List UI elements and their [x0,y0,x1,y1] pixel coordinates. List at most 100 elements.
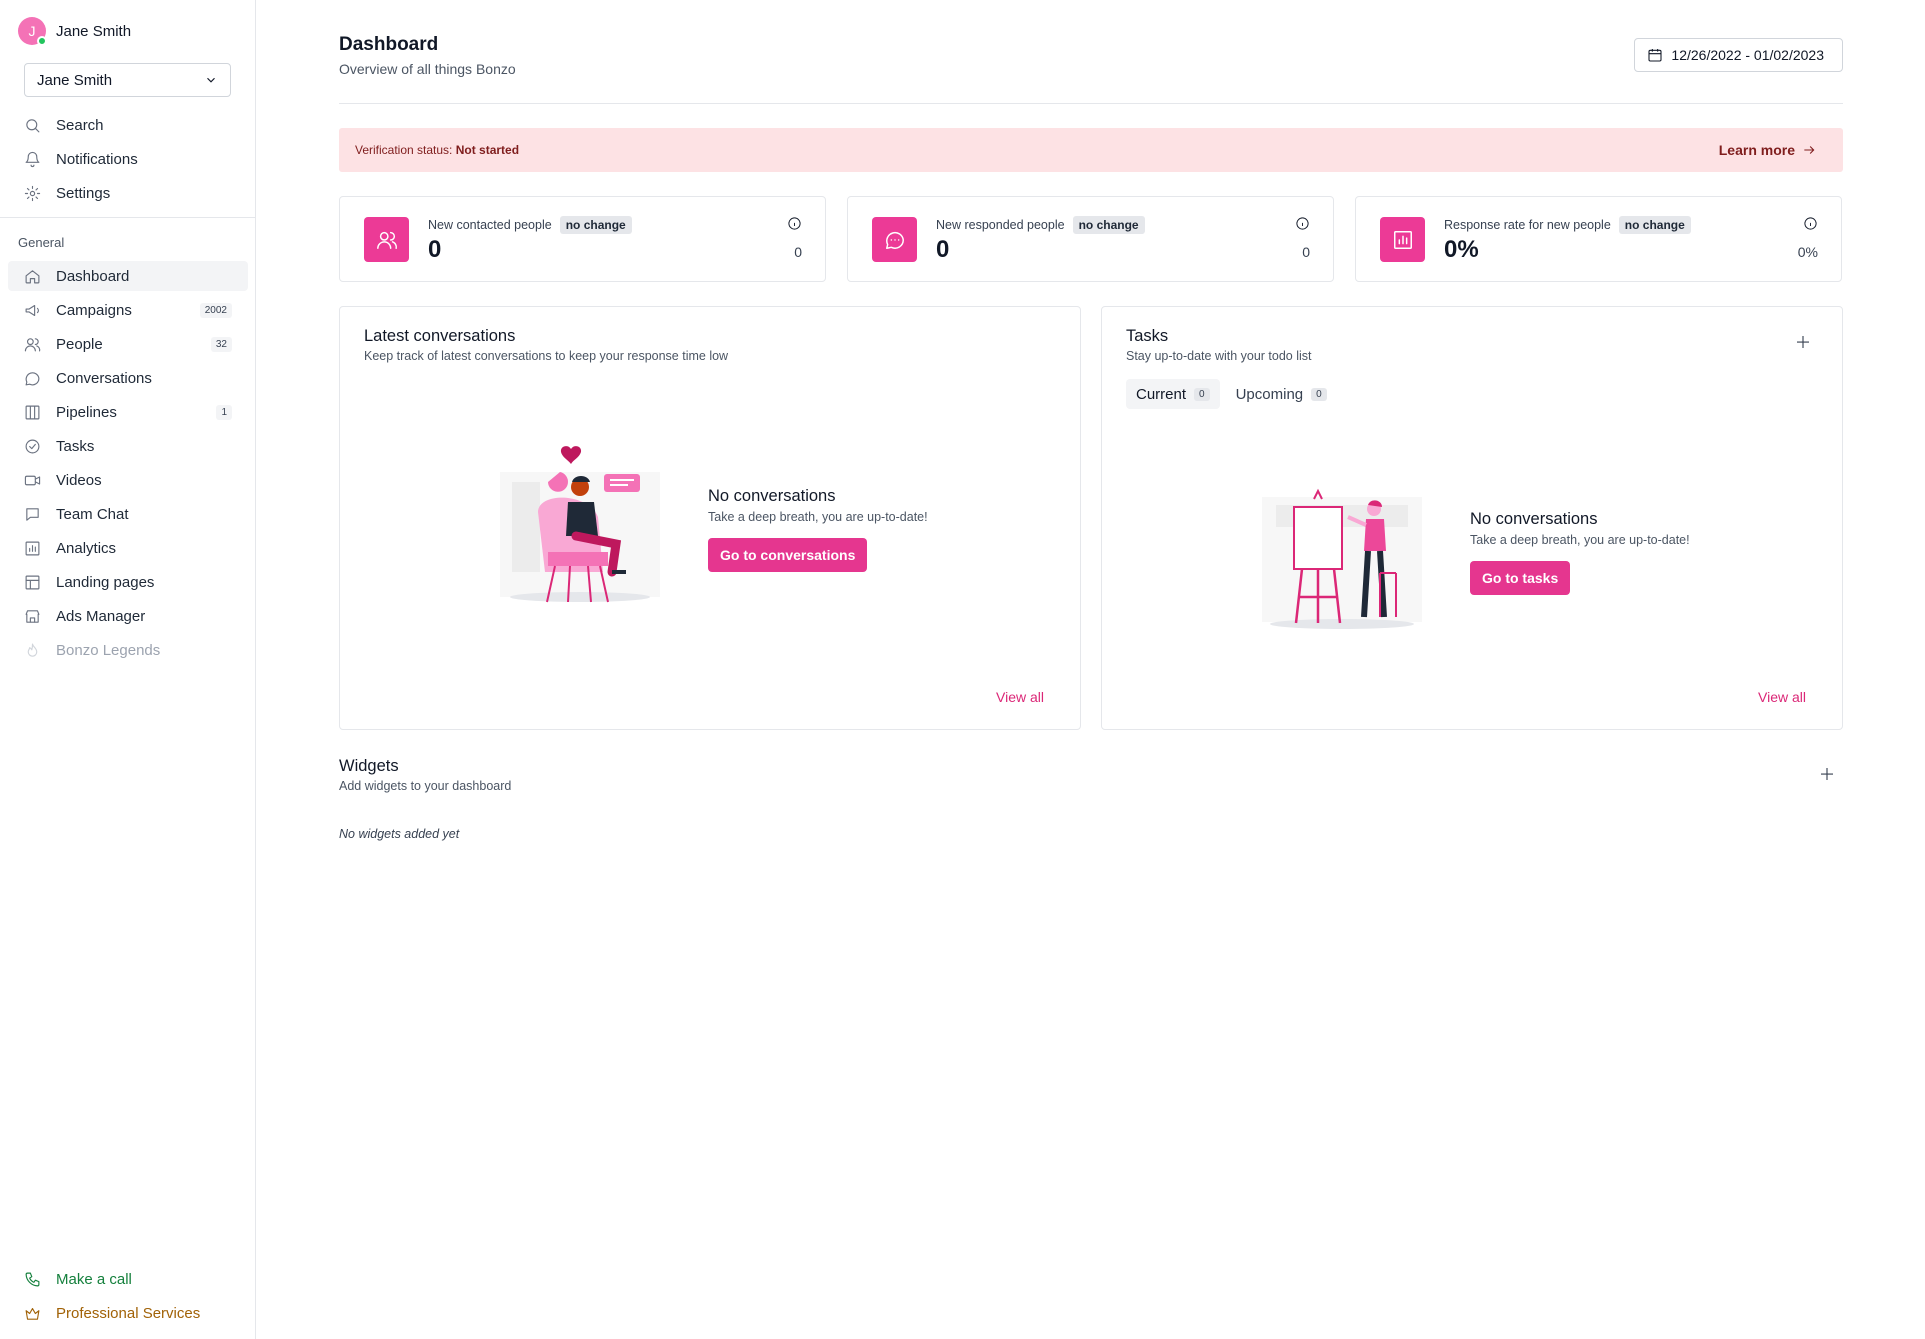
view-all-tasks-link[interactable]: View all [1758,689,1806,705]
count-badge: 2002 [199,302,232,318]
user-name: Jane Smith [56,22,132,40]
nav-item-label: Analytics [56,539,117,557]
empty-state-text: Take a deep breath, you are up-to-date! [1470,533,1690,547]
home-icon [23,267,41,285]
verification-value: Not started [455,143,520,157]
store-icon [23,607,41,625]
empty-state: No conversations Take a deep breath, you… [1470,510,1690,595]
verification-banner: Verification status: Not started Learn m… [339,128,1843,172]
nav-item-label: Settings [56,184,111,202]
tab-label: Current [1136,385,1187,403]
add-task-button[interactable] [1794,333,1812,351]
empty-state-title: No conversations [1470,510,1598,528]
crown-icon [23,1304,41,1322]
sidebar-item-tasks[interactable]: Tasks [8,431,248,461]
tab-label: Upcoming [1235,385,1304,403]
nav-item-label: Campaigns [56,301,132,319]
chat-icon [23,369,41,387]
bell-icon [23,150,41,168]
calendar-icon [1648,49,1662,62]
change-badge: no change [559,216,632,234]
sidebar-item-pipelines[interactable]: Pipelines 1 [8,397,248,427]
widgets-empty-text: No widgets added yet [339,827,460,841]
panel-subtitle: Stay up-to-date with your todo list [1126,349,1312,363]
sidebar-item-bonzo-legends[interactable]: Bonzo Legends [8,635,248,665]
nav-item-settings[interactable]: Settings [8,178,248,208]
nav-item-search[interactable]: Search [8,110,248,140]
nav-item-label: Conversations [56,369,152,387]
count-badge: 32 [210,336,232,352]
stat-value: 0 [936,236,950,263]
tab-upcoming[interactable]: Upcoming 0 [1226,379,1337,409]
stat-label: New contacted people no change [428,216,632,234]
bottom-nav: Make a call Professional Services [8,1264,248,1332]
section-label: General [18,235,65,250]
nav-item-label: Notifications [56,150,138,168]
stat-card-response-rate: Response rate for new people no change 0… [1355,196,1842,282]
verification-label: Verification status: [355,143,456,157]
sidebar-item-landing-pages[interactable]: Landing pages [8,567,248,597]
megaphone-icon [23,301,41,319]
nav-item-label: Bonzo Legends [56,641,161,659]
stat-value: 0% [1444,236,1479,263]
nav-item-label: Team Chat [56,505,129,523]
layout-icon [23,573,41,591]
nav-item-label: Make a call [56,1270,132,1288]
stat-previous: 0 [794,244,802,260]
add-widget-button[interactable] [1818,765,1836,783]
tab-count: 0 [1311,387,1327,401]
go-to-tasks-button[interactable]: Go to tasks [1470,561,1571,595]
check-circle-icon [23,437,41,455]
empty-state-title: No conversations [708,487,836,505]
sidebar-item-analytics[interactable]: Analytics [8,533,248,563]
task-tabs: Current 0 Upcoming 0 [1126,379,1337,409]
change-badge: no change [1618,216,1691,234]
nav-item-notifications[interactable]: Notifications [8,144,248,174]
change-badge: no change [1072,216,1145,234]
empty-state-text: Take a deep breath, you are up-to-date! [708,510,928,524]
date-range-picker[interactable]: 12/26/2022 - 01/02/2023 [1634,38,1843,72]
nav-item-label: Landing pages [56,573,155,591]
tab-count: 0 [1194,387,1210,401]
sidebar-item-videos[interactable]: Videos [8,465,248,495]
user-profile[interactable]: J Jane Smith [18,17,132,46]
info-icon[interactable] [787,216,802,231]
stats-row: New contacted people no change 0 0 New r… [339,196,1843,282]
tasks-panel: Tasks Stay up-to-date with your todo lis… [1101,306,1843,730]
info-icon[interactable] [1803,216,1818,231]
message-square-icon [23,505,41,523]
tab-current[interactable]: Current 0 [1126,379,1220,409]
sidebar-item-conversations[interactable]: Conversations [8,363,248,393]
nav-item-professional-services[interactable]: Professional Services [8,1298,248,1328]
sidebar-item-dashboard[interactable]: Dashboard [8,261,248,291]
nav-item-label: Pipelines [56,403,117,421]
stat-label-text: New responded people [936,218,1065,232]
main-nav: Dashboard Campaigns 2002 People 32 Conve… [8,261,248,669]
info-icon[interactable] [1295,216,1310,231]
stat-label: New responded people no change [936,216,1145,234]
chat-icon [872,217,917,262]
avatar: J [18,17,47,46]
sidebar-item-people[interactable]: People 32 [8,329,248,359]
view-all-conversations-link[interactable]: View all [996,689,1044,705]
stat-label-text: Response rate for new people [1444,218,1611,232]
app: J Jane Smith Jane Smith Search Notificat… [0,0,1925,1339]
page-subtitle: Overview of all things Bonzo [339,61,516,77]
verification-status: Verification status: Not started [355,143,519,157]
nav-item-make-a-call[interactable]: Make a call [8,1264,248,1294]
widgets-title: Widgets [339,757,399,775]
sidebar-item-campaigns[interactable]: Campaigns 2002 [8,295,248,325]
flame-icon [23,641,41,659]
avatar-initial: J [28,23,36,39]
online-status-dot [37,36,47,46]
learn-more-link[interactable]: Learn more [1719,142,1816,158]
user-selector[interactable]: Jane Smith [24,63,231,97]
go-to-conversations-button[interactable]: Go to conversations [708,538,868,572]
nav-item-label: Videos [56,471,102,489]
sidebar-item-ads-manager[interactable]: Ads Manager [8,601,248,631]
bar-chart-icon [23,539,41,557]
panel-title: Latest conversations [364,327,516,345]
learn-more-label: Learn more [1718,142,1795,158]
sidebar-item-team-chat[interactable]: Team Chat [8,499,248,529]
plus-icon [1797,336,1809,348]
